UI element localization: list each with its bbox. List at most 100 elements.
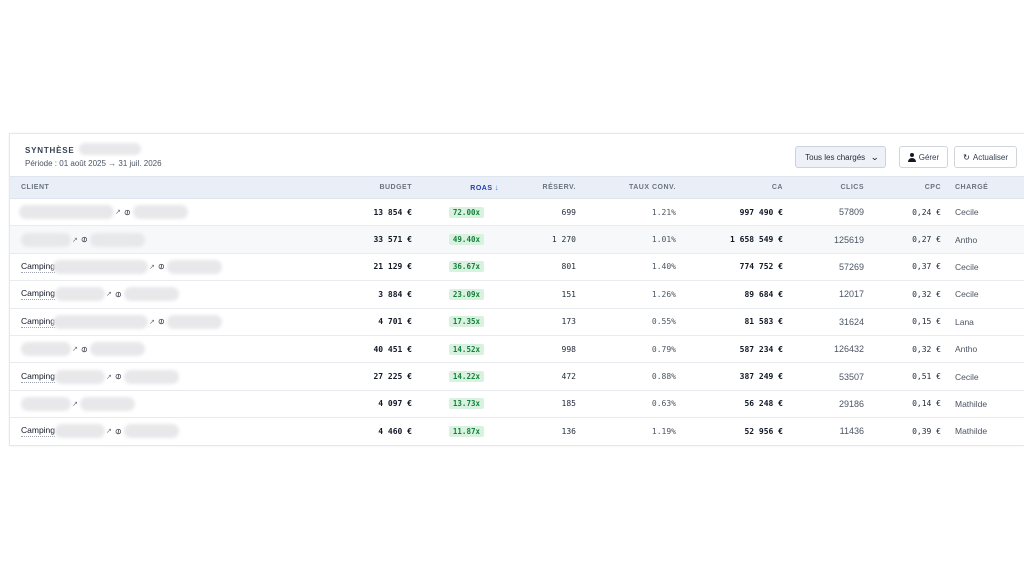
redacted-client — [21, 342, 71, 357]
client-name[interactable]: Camping — [21, 288, 56, 301]
external-link-icon[interactable]: ↗ — [106, 373, 112, 381]
client-name[interactable]: Camping — [21, 425, 56, 438]
conv-cell: 1.26% — [651, 289, 676, 299]
roas-cell: 13.73x — [412, 390, 499, 417]
external-link-icon[interactable]: ↗ — [149, 318, 155, 326]
chevron-down-icon: ⌄ — [870, 151, 880, 162]
link-icon[interactable]: ⊘ — [113, 426, 124, 437]
cpc-cell: 0,51 € — [912, 372, 941, 382]
conv-cell: 0.63% — [651, 399, 676, 409]
conv-cell: 0.55% — [651, 317, 676, 327]
cpc-cell: 0,24 € — [912, 207, 941, 217]
cpc-cell: 0,37 € — [912, 262, 941, 272]
reserv-cell: 136 — [561, 426, 576, 436]
charge-cell: Antho — [955, 344, 978, 355]
client-cell: ↗ ⊘ — [10, 199, 310, 226]
client-cell: ↗ — [10, 390, 310, 417]
col-header-conv[interactable]: TAUX CONV. — [576, 176, 676, 199]
manage-button[interactable]: Gérer — [898, 146, 949, 168]
col-header-clics[interactable]: CLICS — [783, 176, 864, 199]
link-icon[interactable]: ⊘ — [156, 316, 167, 327]
redacted-link — [123, 424, 179, 439]
ca-cell: 774 752 € — [739, 262, 783, 272]
ca-cell: 1 658 549 € — [730, 235, 783, 245]
client-name[interactable]: Camping — [21, 371, 56, 383]
panel-title-text: SYNTHÈSE — [25, 146, 75, 155]
client-cell: ↗ ⊘ — [10, 335, 310, 362]
ca-cell: 387 249 € — [739, 372, 783, 382]
conv-cell: 1.40% — [651, 262, 676, 272]
client-cell: Camping ↗ ⊘ — [10, 281, 310, 308]
col-header-reserv[interactable]: RÉSERV. — [499, 176, 576, 199]
table-row: Camping ↗ ⊘ 3 884 € 23.09x 151 1.26% 89 … — [10, 281, 1024, 309]
budget-cell: 4 097 € — [378, 399, 412, 409]
ca-cell: 52 956 € — [744, 426, 783, 436]
cpc-cell: 0,39 € — [912, 426, 941, 436]
link-icon[interactable]: ⊘ — [79, 234, 90, 245]
charge-cell: Cecile — [955, 371, 979, 382]
redacted-link — [89, 342, 145, 357]
roas-cell: 72.00x — [412, 199, 499, 226]
redacted-client — [55, 424, 106, 439]
client-cell: Camping ↗ ⊘ — [10, 253, 310, 280]
cpc-cell: 0,14 € — [912, 399, 941, 409]
clics-cell: 126432 — [833, 344, 864, 355]
clics-cell: 57809 — [838, 207, 864, 218]
roas-badge: 49.40x — [448, 234, 484, 246]
roas-cell: 14.22x — [412, 363, 499, 390]
ca-cell: 56 248 € — [744, 399, 783, 409]
external-link-icon[interactable]: ↗ — [72, 400, 78, 408]
client-name[interactable]: Camping — [21, 316, 56, 328]
client-name[interactable]: Camping — [21, 261, 56, 273]
clics-cell: 12017 — [838, 289, 864, 300]
synthesis-panel: SYNTHÈSE Période : 01 août 2025 → 31 jui… — [9, 133, 1024, 446]
conv-cell: 1.19% — [651, 426, 676, 436]
period-label: Période : 01 août 2025 → 31 juil. 2026 — [25, 159, 162, 168]
budget-cell: 4 701 € — [378, 317, 412, 327]
external-link-icon[interactable]: ↗ — [106, 427, 112, 435]
budget-cell: 40 451 € — [373, 344, 412, 354]
col-header-budget[interactable]: BUDGET — [310, 176, 412, 199]
client-cell: Camping ↗ ⊘ — [10, 418, 310, 445]
table-row: ↗ ⊘ 33 571 € 49.40x 1 270 1.01% 1 658 54… — [10, 225, 1024, 254]
ca-cell: 89 684 € — [744, 289, 783, 299]
title-block: SYNTHÈSE Période : 01 août 2025 → 31 jui… — [25, 142, 162, 168]
external-link-icon[interactable]: ↗ — [72, 236, 78, 244]
col-header-client[interactable]: CLIENT — [10, 176, 310, 199]
link-icon[interactable]: ⊘ — [122, 207, 133, 218]
redacted-client — [19, 205, 114, 220]
link-icon[interactable]: ⊘ — [156, 261, 167, 272]
col-header-roas[interactable]: ROAS ↓ — [412, 176, 499, 199]
charge-cell: Antho — [955, 234, 978, 245]
budget-cell: 33 571 € — [373, 235, 412, 245]
refresh-button[interactable]: ↻ Actualiser — [954, 146, 1017, 168]
ca-cell: 587 234 € — [739, 344, 783, 354]
reserv-cell: 998 — [561, 344, 576, 354]
link-icon[interactable]: ⊘ — [113, 371, 124, 382]
link-icon[interactable]: ⊘ — [79, 344, 90, 355]
charge-cell: Mathilde — [955, 426, 988, 437]
charge-filter-value: Tous les chargés — [805, 152, 866, 162]
external-link-icon[interactable]: ↗ — [149, 263, 155, 271]
redacted-link — [123, 287, 179, 302]
redacted-link — [132, 205, 188, 220]
clics-cell: 57269 — [838, 261, 864, 272]
col-header-ca[interactable]: CA — [676, 176, 783, 199]
col-header-cpc[interactable]: CPC — [864, 176, 941, 199]
table-row: ↗ 4 097 € 13.73x 185 0.63% 56 248 € 2918… — [10, 390, 1024, 418]
col-header-charge[interactable]: CHARGÉ — [941, 176, 1024, 199]
client-cell: Camping ↗ ⊘ — [10, 363, 310, 390]
redacted-title — [78, 142, 141, 155]
charge-cell: Cecile — [955, 261, 979, 272]
roas-badge: 36.67x — [448, 261, 484, 273]
ca-cell: 81 583 € — [744, 317, 783, 327]
conv-cell: 1.21% — [651, 207, 676, 217]
charge-cell: Cecile — [955, 289, 979, 300]
external-link-icon[interactable]: ↗ — [115, 208, 121, 216]
roas-cell: 14.52x — [412, 335, 499, 362]
link-icon[interactable]: ⊘ — [113, 289, 124, 300]
external-link-icon[interactable]: ↗ — [72, 345, 78, 353]
charge-filter-select[interactable]: Tous les chargés ⌄ — [795, 146, 886, 168]
external-link-icon[interactable]: ↗ — [106, 290, 112, 298]
client-cell: Camping ↗ ⊘ — [10, 308, 310, 335]
